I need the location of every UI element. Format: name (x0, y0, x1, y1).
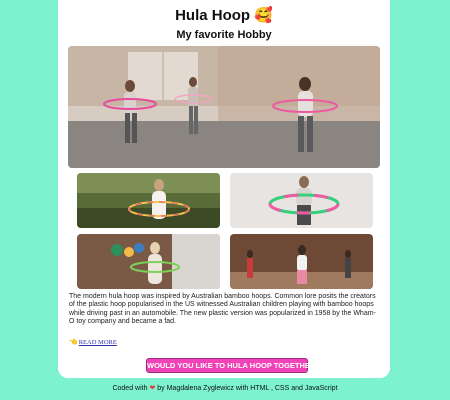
content-card: Hula Hoop 🥰 My favorite Hobby The modern… (58, 0, 390, 378)
pointing-hand-icon: 👈 (69, 338, 78, 346)
page-title: Hula Hoop 🥰 (175, 7, 273, 24)
history-paragraph: The modern hula hoop was inspired by Aus… (69, 293, 376, 325)
footer: Coded with ❤ by Magdalena Zyglewicz with… (0, 384, 450, 392)
page-subtitle: My favorite Hobby (176, 29, 272, 41)
gallery-image-4 (230, 234, 373, 289)
gallery-image-2 (230, 173, 373, 228)
hula-hoop-together-button[interactable]: WOULD YOU LIKE TO HULA HOOP TOGETHER? (146, 358, 320, 373)
heart-icon: ❤ (149, 385, 156, 392)
read-more-link[interactable]: 👈READ MORE (69, 338, 117, 346)
footer-prefix: Coded with (112, 385, 148, 392)
gallery-image-1 (77, 173, 220, 228)
gallery-image-3 (77, 234, 220, 289)
read-more-label: READ MORE (78, 339, 117, 346)
hero-image (68, 46, 380, 168)
footer-suffix: by Magdalena Zyglewicz with HTML , CSS a… (157, 385, 338, 392)
